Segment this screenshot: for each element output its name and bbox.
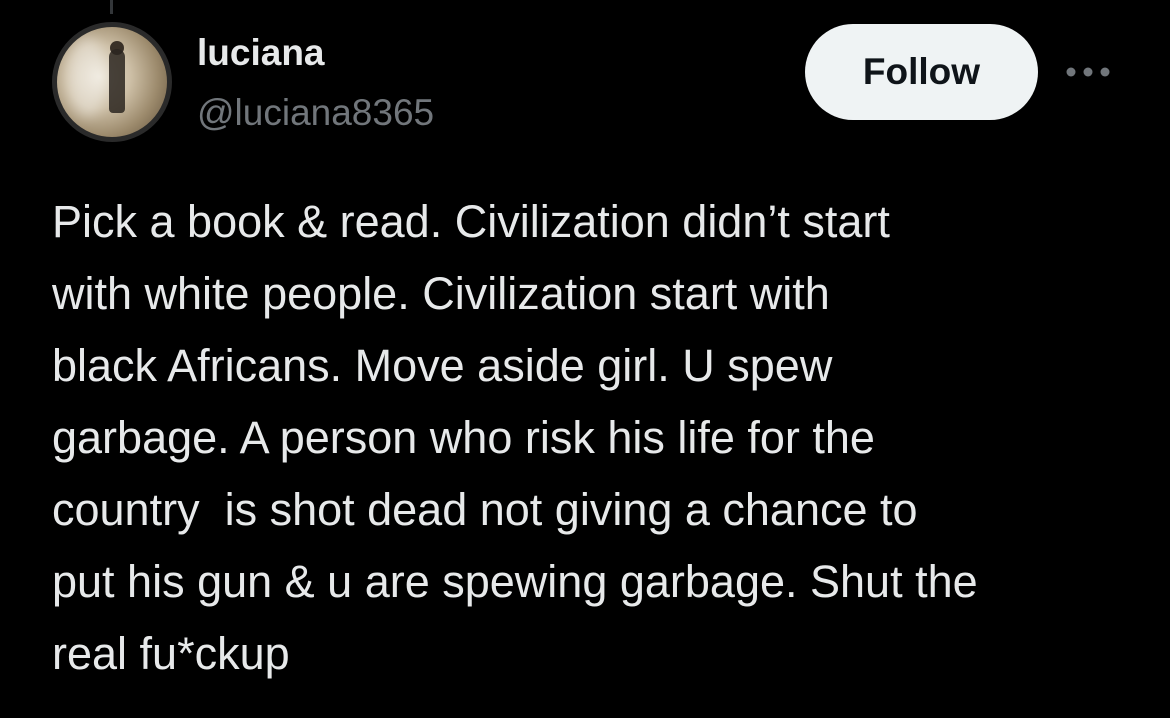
avatar-photo-figure — [109, 49, 125, 113]
more-options-button[interactable] — [1062, 52, 1114, 92]
avatar[interactable] — [52, 22, 172, 142]
more-horizontal-icon — [1066, 67, 1110, 77]
user-display-name[interactable]: luciana — [197, 30, 325, 76]
thread-connector-line — [110, 0, 113, 14]
follow-button[interactable]: Follow — [805, 24, 1038, 120]
user-handle[interactable]: @luciana8365 — [197, 90, 434, 136]
avatar-photo-highlight — [67, 37, 107, 117]
tweet-text: Pick a book & read. Civilization didn’t … — [52, 196, 978, 679]
